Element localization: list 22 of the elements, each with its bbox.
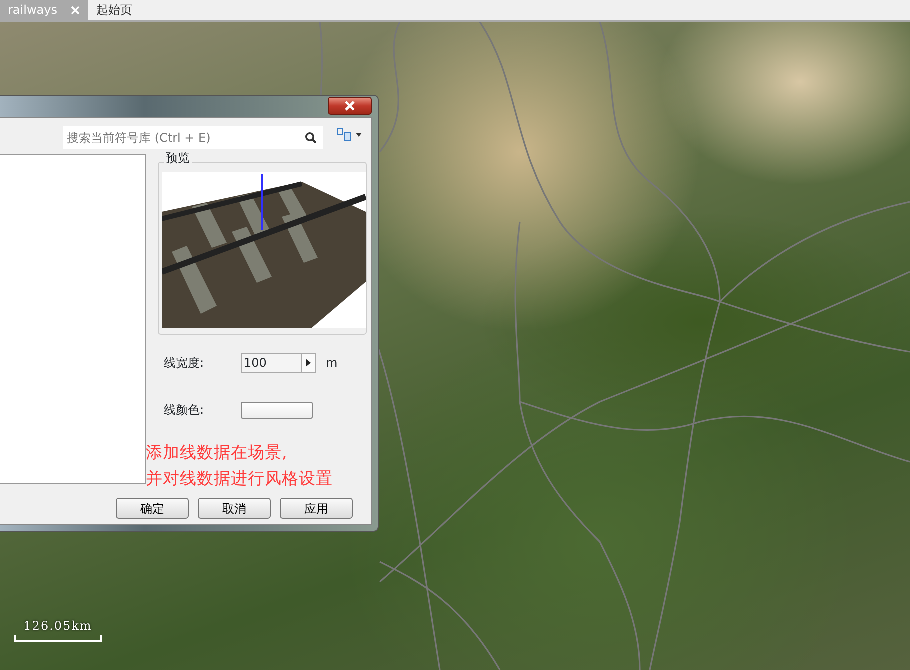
search-field[interactable]: 搜索当前符号库 (Ctrl + E) — [63, 126, 323, 149]
color-picker-button[interactable] — [241, 402, 313, 418]
annotation-text: 添加线数据在场景, 并对线数据进行风格设置 — [146, 442, 333, 490]
scale-label: 126.05km — [24, 618, 92, 635]
dialog-button[interactable]: 确定 — [116, 498, 189, 519]
field-label: 线宽度: — [164, 355, 206, 372]
tab[interactable]: 起始页 — [88, 0, 140, 20]
spin-button[interactable] — [301, 354, 315, 372]
preview-label: 预览 — [164, 149, 192, 167]
view-mode-icon — [337, 128, 353, 142]
dropdown-caret-icon — [356, 133, 362, 137]
dialog-button[interactable]: 取消 — [198, 498, 271, 519]
width-spinner[interactable]: 100 — [241, 353, 316, 373]
view-mode-button[interactable] — [337, 128, 362, 142]
tab-label: railways — [8, 2, 58, 19]
unit-label: m — [326, 355, 338, 372]
right-arrow-icon — [306, 358, 311, 367]
close-icon — [344, 100, 356, 111]
close-button[interactable] — [328, 97, 372, 115]
field-label: 线颜色: — [164, 402, 206, 419]
dialog-button[interactable]: 应用 — [280, 498, 353, 519]
search-icon — [305, 132, 317, 144]
